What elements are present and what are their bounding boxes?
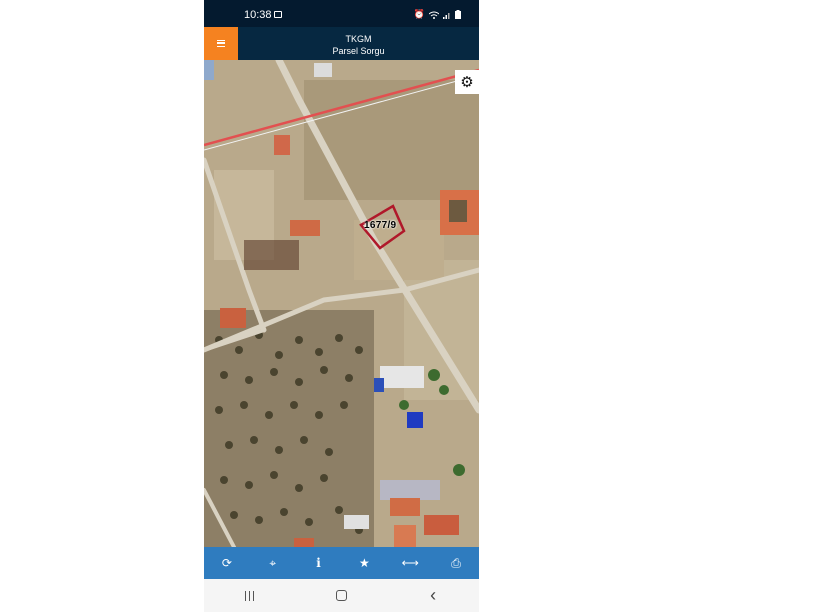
star-icon: ★ xyxy=(359,556,370,570)
locate-button[interactable]: ⌖ xyxy=(258,547,288,579)
print-icon: ⎙ xyxy=(451,555,461,570)
hamburger-menu-icon xyxy=(217,40,225,47)
recent-apps-icon xyxy=(244,590,255,601)
refresh-button[interactable]: ⟳ xyxy=(212,547,242,579)
measure-icon: ⟷ xyxy=(401,556,419,570)
info-icon: i xyxy=(316,556,321,570)
settings-button[interactable]: ⚙ xyxy=(455,70,479,94)
home-icon xyxy=(335,589,347,601)
print-button[interactable]: ⎙ xyxy=(441,547,471,579)
satellite-map[interactable] xyxy=(204,60,479,547)
app-subtitle: Parsel Sorgu xyxy=(332,46,385,56)
status-time: 10:38 xyxy=(244,9,272,21)
menu-button[interactable] xyxy=(204,27,238,60)
app-title: TKGM xyxy=(345,34,372,44)
bottom-toolbar: ⟳ ⌖ i ★ ⟷ ⎙ xyxy=(204,547,479,579)
app-bar: TKGM Parsel Sorgu xyxy=(204,27,479,60)
parcel-label[interactable]: 1677/9 xyxy=(364,220,396,231)
wifi-icon xyxy=(429,11,439,19)
measure-button[interactable]: ⟷ xyxy=(395,547,425,579)
gear-icon: ⚙ xyxy=(460,74,474,91)
status-icons: ⏰ xyxy=(414,9,461,20)
battery-icon xyxy=(455,10,461,19)
locate-icon: ⌖ xyxy=(269,555,277,570)
alarm-icon: ⏰ xyxy=(413,9,425,19)
phone-screen: 10:38 ⏰ TKGM Parsel Sorgu ⚙ 1677/9 ⟳ ⌖ i… xyxy=(204,0,479,612)
favorite-button[interactable]: ★ xyxy=(349,547,379,579)
home-button[interactable] xyxy=(321,588,361,604)
back-button[interactable]: ‹ xyxy=(413,585,453,606)
status-bar: 10:38 ⏰ xyxy=(204,0,479,27)
android-nav-bar: ‹ xyxy=(204,579,479,612)
recent-apps-button[interactable] xyxy=(230,588,270,604)
map-imagery xyxy=(204,60,479,547)
back-icon: ‹ xyxy=(430,585,437,605)
refresh-icon: ⟳ xyxy=(221,556,232,570)
info-button[interactable]: i xyxy=(304,547,334,579)
app-title-block: TKGM Parsel Sorgu xyxy=(238,33,479,57)
signal-icon xyxy=(443,12,450,19)
image-icon xyxy=(274,11,282,18)
